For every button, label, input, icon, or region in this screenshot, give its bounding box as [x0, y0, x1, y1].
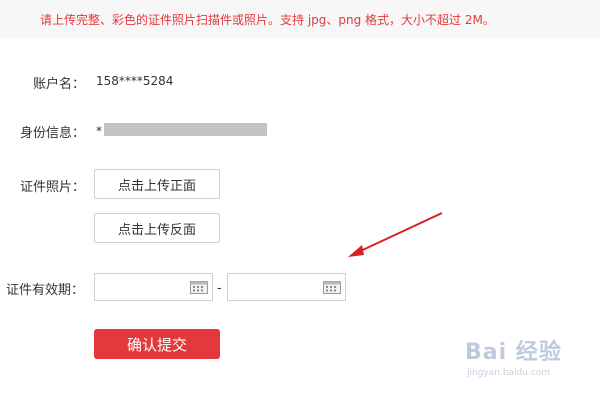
photo-label: 证件照片：	[20, 180, 86, 195]
watermark-brand: Bai 经验	[465, 340, 562, 365]
validity-end-date[interactable]	[227, 273, 346, 301]
submit-button[interactable]: 确认提交	[94, 329, 220, 359]
watermark-url: jingyan.baidu.com	[467, 368, 551, 378]
baidu-jingyan-watermark: Bai 经验 jingyan.baidu.com	[455, 330, 595, 390]
date-range-separator: -	[217, 281, 222, 296]
identity-redaction-mask	[104, 123, 267, 136]
account-label: 账户名：	[33, 77, 86, 92]
validity-end-input[interactable]	[232, 277, 316, 299]
upload-front-button[interactable]: 点击上传正面	[94, 169, 220, 199]
identity-value: *	[96, 124, 102, 138]
upload-back-button[interactable]: 点击上传反面	[94, 213, 220, 243]
submit-label: 确认提交	[126, 335, 187, 354]
identity-label: 身份信息：	[20, 126, 86, 141]
account-value: 158****5284	[96, 74, 174, 88]
upload-front-label: 点击上传正面	[117, 178, 196, 194]
calendar-icon[interactable]	[190, 281, 208, 294]
upload-requirements-text: 请上传完整、彩色的证件照片扫描件或照片。支持 jpg、png 格式，大小不超过 …	[40, 13, 495, 27]
validity-label: 证件有效期：	[6, 283, 85, 298]
notice-banner: 请上传完整、彩色的证件照片扫描件或照片。支持 jpg、png 格式，大小不超过 …	[0, 0, 600, 38]
validity-start-input[interactable]	[99, 277, 183, 299]
validity-start-date[interactable]	[94, 273, 213, 301]
upload-back-label: 点击上传反面	[117, 222, 196, 238]
annotation-arrow	[348, 212, 443, 257]
calendar-icon[interactable]	[323, 281, 341, 294]
